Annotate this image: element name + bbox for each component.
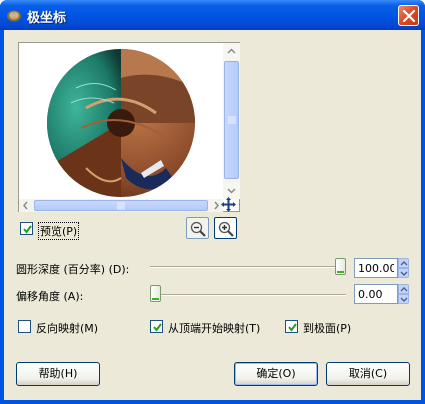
cancel-button[interactable]: 取消(C) (326, 362, 410, 386)
preview-label[interactable]: 预览(P) (38, 222, 80, 240)
navigate-move-icon[interactable] (220, 196, 237, 213)
chevron-up-icon (400, 261, 408, 266)
zoom-in-button[interactable] (214, 217, 237, 239)
horizontal-scroll-thumb[interactable] (34, 200, 208, 211)
depth-spinbutton (354, 258, 409, 278)
close-button[interactable] (398, 5, 419, 26)
chevron-down-icon (400, 297, 408, 302)
preview-area (18, 42, 240, 212)
depth-increment[interactable] (398, 258, 409, 268)
offset-slider-thumb[interactable] (150, 285, 161, 302)
ok-button[interactable]: 确定(O) (234, 362, 318, 386)
horizontal-scrollbar[interactable] (19, 199, 223, 212)
close-icon (403, 10, 415, 22)
depth-slider-track[interactable] (150, 266, 346, 268)
to-polar-label[interactable]: 到极面(P) (303, 320, 351, 336)
depth-decrement[interactable] (398, 268, 409, 278)
to-polar-checkbox[interactable] (285, 320, 298, 333)
chevron-up-icon (400, 287, 408, 292)
scroll-left-arrow[interactable] (19, 199, 33, 212)
dialog-body: 预览(P) 圆形深度 (百分率) (D): 偏移角度 (A): (4, 30, 421, 400)
scroll-up-arrow[interactable] (223, 43, 240, 60)
offset-decrement[interactable] (398, 294, 409, 304)
vertical-scroll-thumb[interactable] (224, 61, 239, 179)
offset-input[interactable] (354, 284, 398, 304)
map-from-top-label[interactable]: 从顶端开始映射(T) (168, 320, 260, 336)
zoom-out-icon (190, 221, 206, 237)
vertical-scrollbar[interactable] (223, 43, 240, 199)
map-from-top-checkbox[interactable] (150, 320, 163, 333)
zoom-in-icon (218, 221, 234, 237)
chevron-left-icon (23, 201, 28, 210)
checkmark-icon (288, 323, 297, 332)
preview-checkbox[interactable] (20, 222, 33, 235)
depth-slider-thumb[interactable] (335, 258, 346, 275)
offset-spinbutton (354, 284, 409, 304)
offset-slider-track[interactable] (150, 294, 346, 296)
inverse-mapping-label[interactable]: 反向映射(M) (36, 320, 98, 336)
help-button[interactable]: 帮助(H) (16, 362, 100, 386)
grip-icon (117, 202, 125, 210)
gimp-app-icon (7, 10, 21, 22)
depth-label: 圆形深度 (百分率) (D): (16, 263, 130, 276)
grip-icon (228, 116, 236, 124)
dialog-window: 极坐标 预览(P) 圆形深度 (百分率) (D): 100.00 偏移角度 (A… (0, 0, 425, 404)
checkmark-icon (23, 225, 32, 234)
inverse-mapping-checkbox[interactable] (18, 320, 31, 333)
depth-input[interactable] (354, 258, 398, 278)
chevron-up-icon (227, 48, 236, 54)
window-title: 极坐标 (27, 11, 67, 26)
offset-increment[interactable] (398, 284, 409, 294)
preview-image (47, 49, 195, 197)
checkmark-icon (153, 323, 162, 332)
zoom-out-button[interactable] (186, 217, 209, 239)
chevron-down-icon (400, 271, 408, 276)
offset-label: 偏移角度 (A): (16, 290, 84, 303)
title-bar[interactable]: 极坐标 (0, 0, 425, 30)
